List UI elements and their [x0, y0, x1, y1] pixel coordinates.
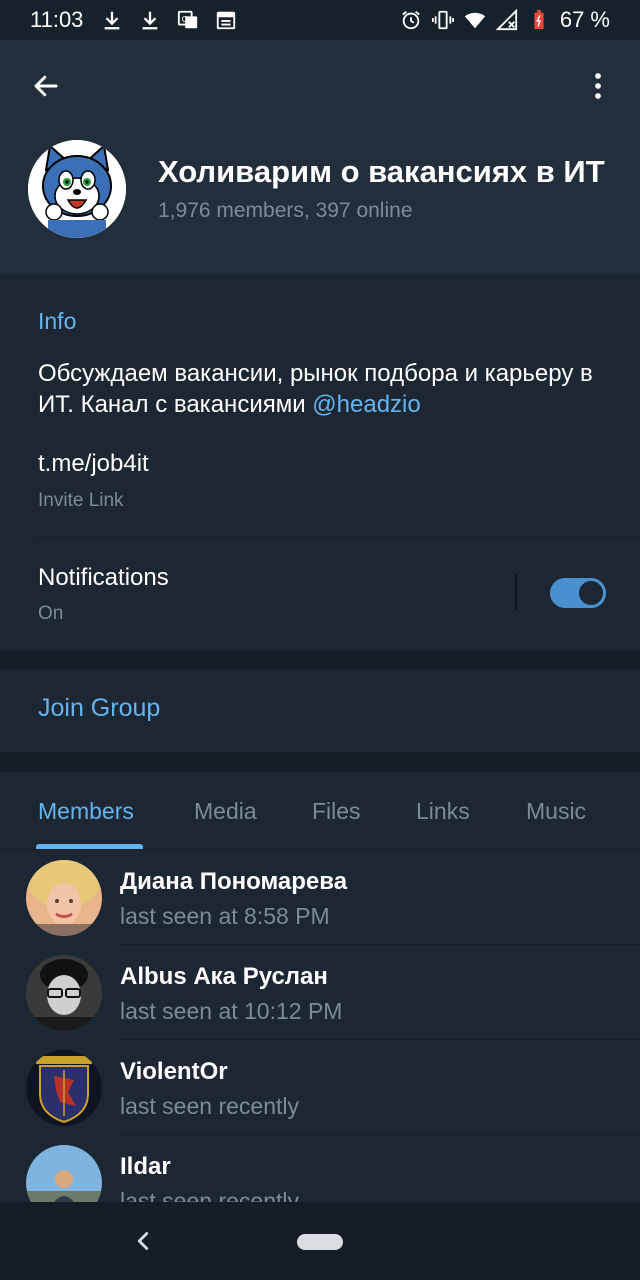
member-name: Диана Пономарева	[120, 868, 348, 895]
member-name: ViolentOr	[120, 1058, 228, 1085]
chevron-left-icon	[137, 1232, 149, 1250]
avatar	[26, 1050, 102, 1126]
group-description: Обсуждаем вакансии, рынок подбора и карь…	[38, 358, 608, 420]
calendar-icon	[217, 11, 236, 30]
user-photo-icon	[26, 955, 102, 1031]
more-menu-button[interactable]	[578, 66, 618, 106]
vibrate-icon	[431, 10, 454, 30]
list-item[interactable]: Albus Ака Руслан last seen at 10:12 PM	[0, 945, 640, 1040]
wifi-icon	[464, 12, 485, 29]
notifications-state: On	[38, 603, 64, 624]
join-section: Join Group	[0, 670, 640, 752]
member-status: last seen recently	[120, 1093, 299, 1119]
battery-percent: 67 %	[559, 7, 610, 32]
media-tabs: Members Media Files Links Music	[0, 772, 640, 850]
mention-link[interactable]: @headzio	[312, 391, 420, 418]
notifications-toggle[interactable]	[550, 578, 606, 608]
battery-icon	[534, 9, 544, 30]
back-button[interactable]	[26, 66, 66, 106]
vertical-divider	[515, 574, 517, 610]
invite-link-label: Invite Link	[38, 490, 124, 511]
user-photo-icon	[26, 1145, 102, 1202]
member-status: last seen at 8:58 PM	[120, 903, 330, 929]
avatar	[26, 860, 102, 936]
section-gap	[0, 650, 640, 670]
chat-header: Холиварим о вакансиях в ИТ 1,976 members…	[0, 40, 640, 274]
group-avatar[interactable]	[28, 140, 126, 238]
avatar	[26, 1145, 102, 1202]
join-group-button[interactable]: Join Group	[38, 694, 160, 723]
nav-back-button[interactable]	[128, 1226, 158, 1256]
info-label: Info	[38, 308, 77, 334]
alarm-icon	[402, 11, 420, 30]
toggle-knob	[576, 578, 606, 608]
group-member-count: 1,976 members, 397 online	[158, 199, 413, 222]
signal-icon	[495, 9, 517, 31]
avatar	[26, 955, 102, 1031]
nav-home-pill[interactable]	[297, 1234, 343, 1250]
active-tab-indicator	[36, 844, 143, 849]
list-item[interactable]: Ildar last seen recently	[0, 1135, 640, 1202]
member-status: last seen recently	[120, 1188, 299, 1202]
download-icon	[105, 11, 120, 30]
tab-members[interactable]: Members	[38, 798, 134, 825]
tab-media[interactable]: Media	[194, 798, 257, 825]
tab-music[interactable]: Music	[526, 798, 586, 825]
more-vertical-icon	[595, 73, 601, 99]
system-nav-bar	[0, 1202, 640, 1280]
member-status: last seen at 10:12 PM	[120, 998, 343, 1024]
list-item[interactable]: Диана Пономарева last seen at 8:58 PM	[0, 850, 640, 945]
status-time: 11:03	[30, 7, 84, 32]
member-name: Ildar	[120, 1153, 171, 1180]
shield-emblem-icon	[26, 1050, 102, 1126]
svg-text:G: G	[182, 14, 188, 24]
section-gap	[0, 752, 640, 772]
invite-link[interactable]: t.me/job4it	[38, 450, 149, 478]
divider	[38, 537, 640, 538]
notifications-title[interactable]: Notifications	[38, 564, 169, 592]
info-section: Info Обсуждаем вакансии, рынок подбора и…	[0, 276, 640, 650]
user-photo-icon	[26, 860, 102, 936]
arrow-left-icon	[34, 75, 58, 97]
cat-cartoon-icon	[28, 140, 126, 238]
tab-files[interactable]: Files	[312, 798, 361, 825]
download-icon	[143, 11, 158, 30]
group-title: Холиварим о вакансиях в ИТ	[158, 154, 605, 189]
member-name: Albus Ака Руслан	[120, 963, 328, 990]
tab-links[interactable]: Links	[416, 798, 470, 825]
translate-icon: G	[178, 10, 198, 29]
members-list: Диана Пономарева last seen at 8:58 PM Al…	[0, 850, 640, 1202]
list-item[interactable]: ViolentOr last seen recently	[0, 1040, 640, 1135]
status-bar: 11:03 G 67 %	[0, 0, 640, 40]
